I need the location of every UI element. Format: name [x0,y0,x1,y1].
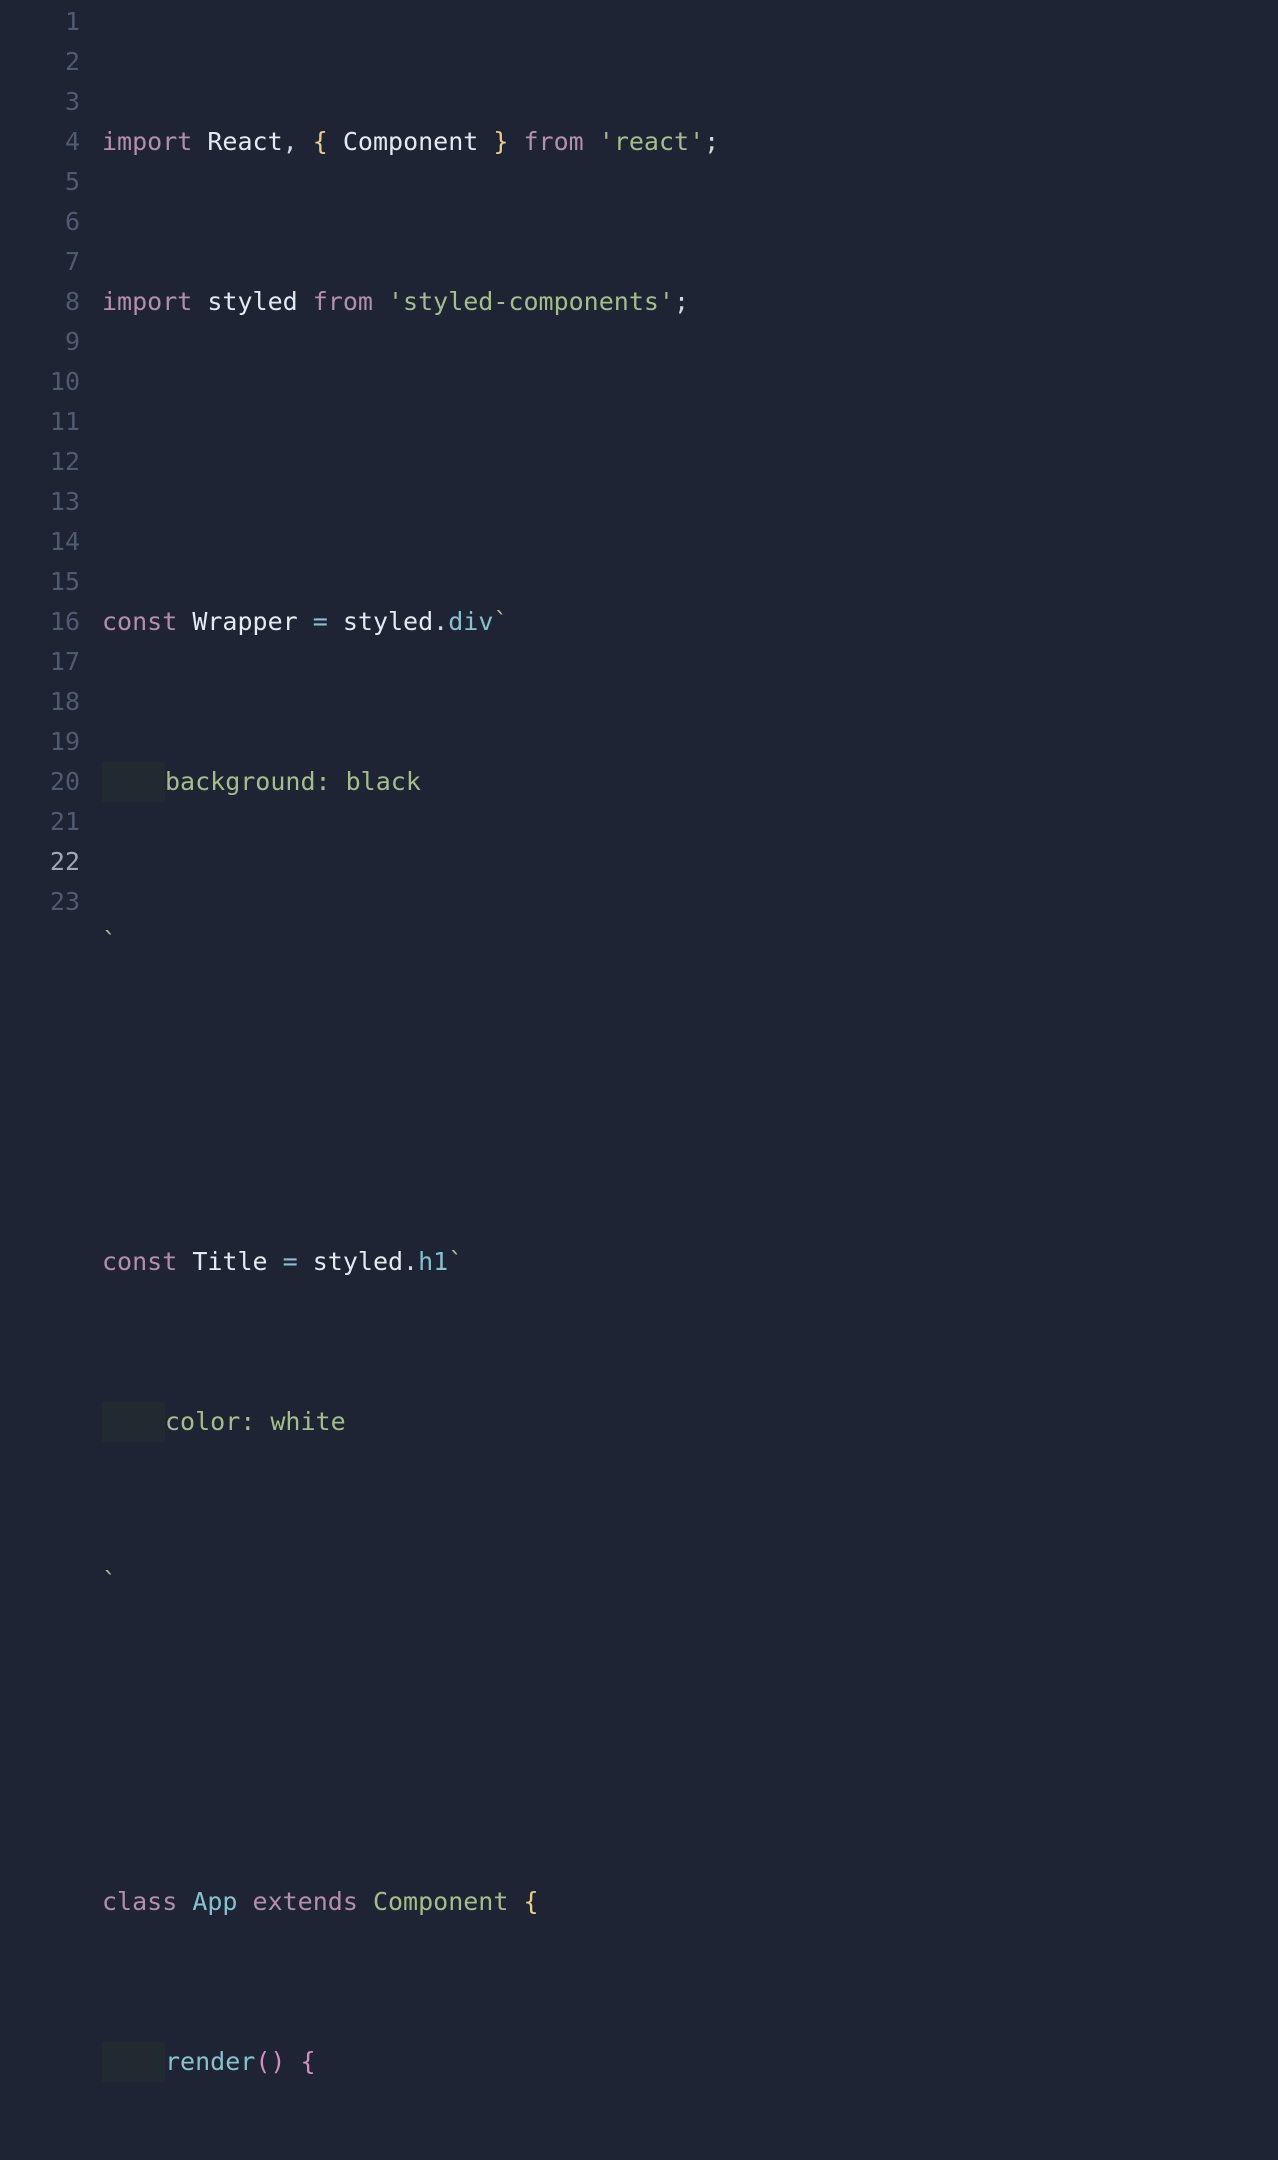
line-number: 10 [0,362,80,402]
line-number: 21 [0,802,80,842]
line-number: 23 [0,882,80,922]
code-line[interactable]: color: white [102,1402,1278,1442]
line-number: 19 [0,722,80,762]
line-number-gutter: 1 2 3 4 5 6 7 8 9 10 11 12 13 14 15 16 1… [0,2,102,2160]
code-line[interactable]: ` [102,922,1278,962]
line-number: 12 [0,442,80,482]
code-line[interactable]: import React, { Component } from 'react'… [102,122,1278,162]
code-line[interactable]: class App extends Component { [102,1882,1278,1922]
line-number: 1 [0,2,80,42]
code-editor[interactable]: 1 2 3 4 5 6 7 8 9 10 11 12 13 14 15 16 1… [0,0,1278,2160]
line-number: 4 [0,122,80,162]
line-number: 3 [0,82,80,122]
line-number: 15 [0,562,80,602]
line-number: 16 [0,602,80,642]
code-line[interactable]: ` [102,1562,1278,1602]
code-line[interactable] [102,1082,1278,1122]
line-number: 9 [0,322,80,362]
code-line[interactable]: const Title = styled.h1` [102,1242,1278,1282]
line-number: 17 [0,642,80,682]
line-number: 22 [0,842,80,882]
code-line[interactable]: import styled from 'styled-components'; [102,282,1278,322]
line-number: 11 [0,402,80,442]
line-number: 13 [0,482,80,522]
line-number: 7 [0,242,80,282]
line-number: 8 [0,282,80,322]
code-line[interactable]: const Wrapper = styled.div` [102,602,1278,642]
code-line[interactable] [102,442,1278,482]
code-area[interactable]: import React, { Component } from 'react'… [102,2,1278,2160]
line-number: 2 [0,42,80,82]
code-line[interactable]: render() { [102,2042,1278,2082]
line-number: 18 [0,682,80,722]
line-number: 14 [0,522,80,562]
code-line[interactable]: background: black [102,762,1278,802]
line-number: 20 [0,762,80,802]
line-number: 6 [0,202,80,242]
code-line[interactable] [102,1722,1278,1762]
line-number: 5 [0,162,80,202]
